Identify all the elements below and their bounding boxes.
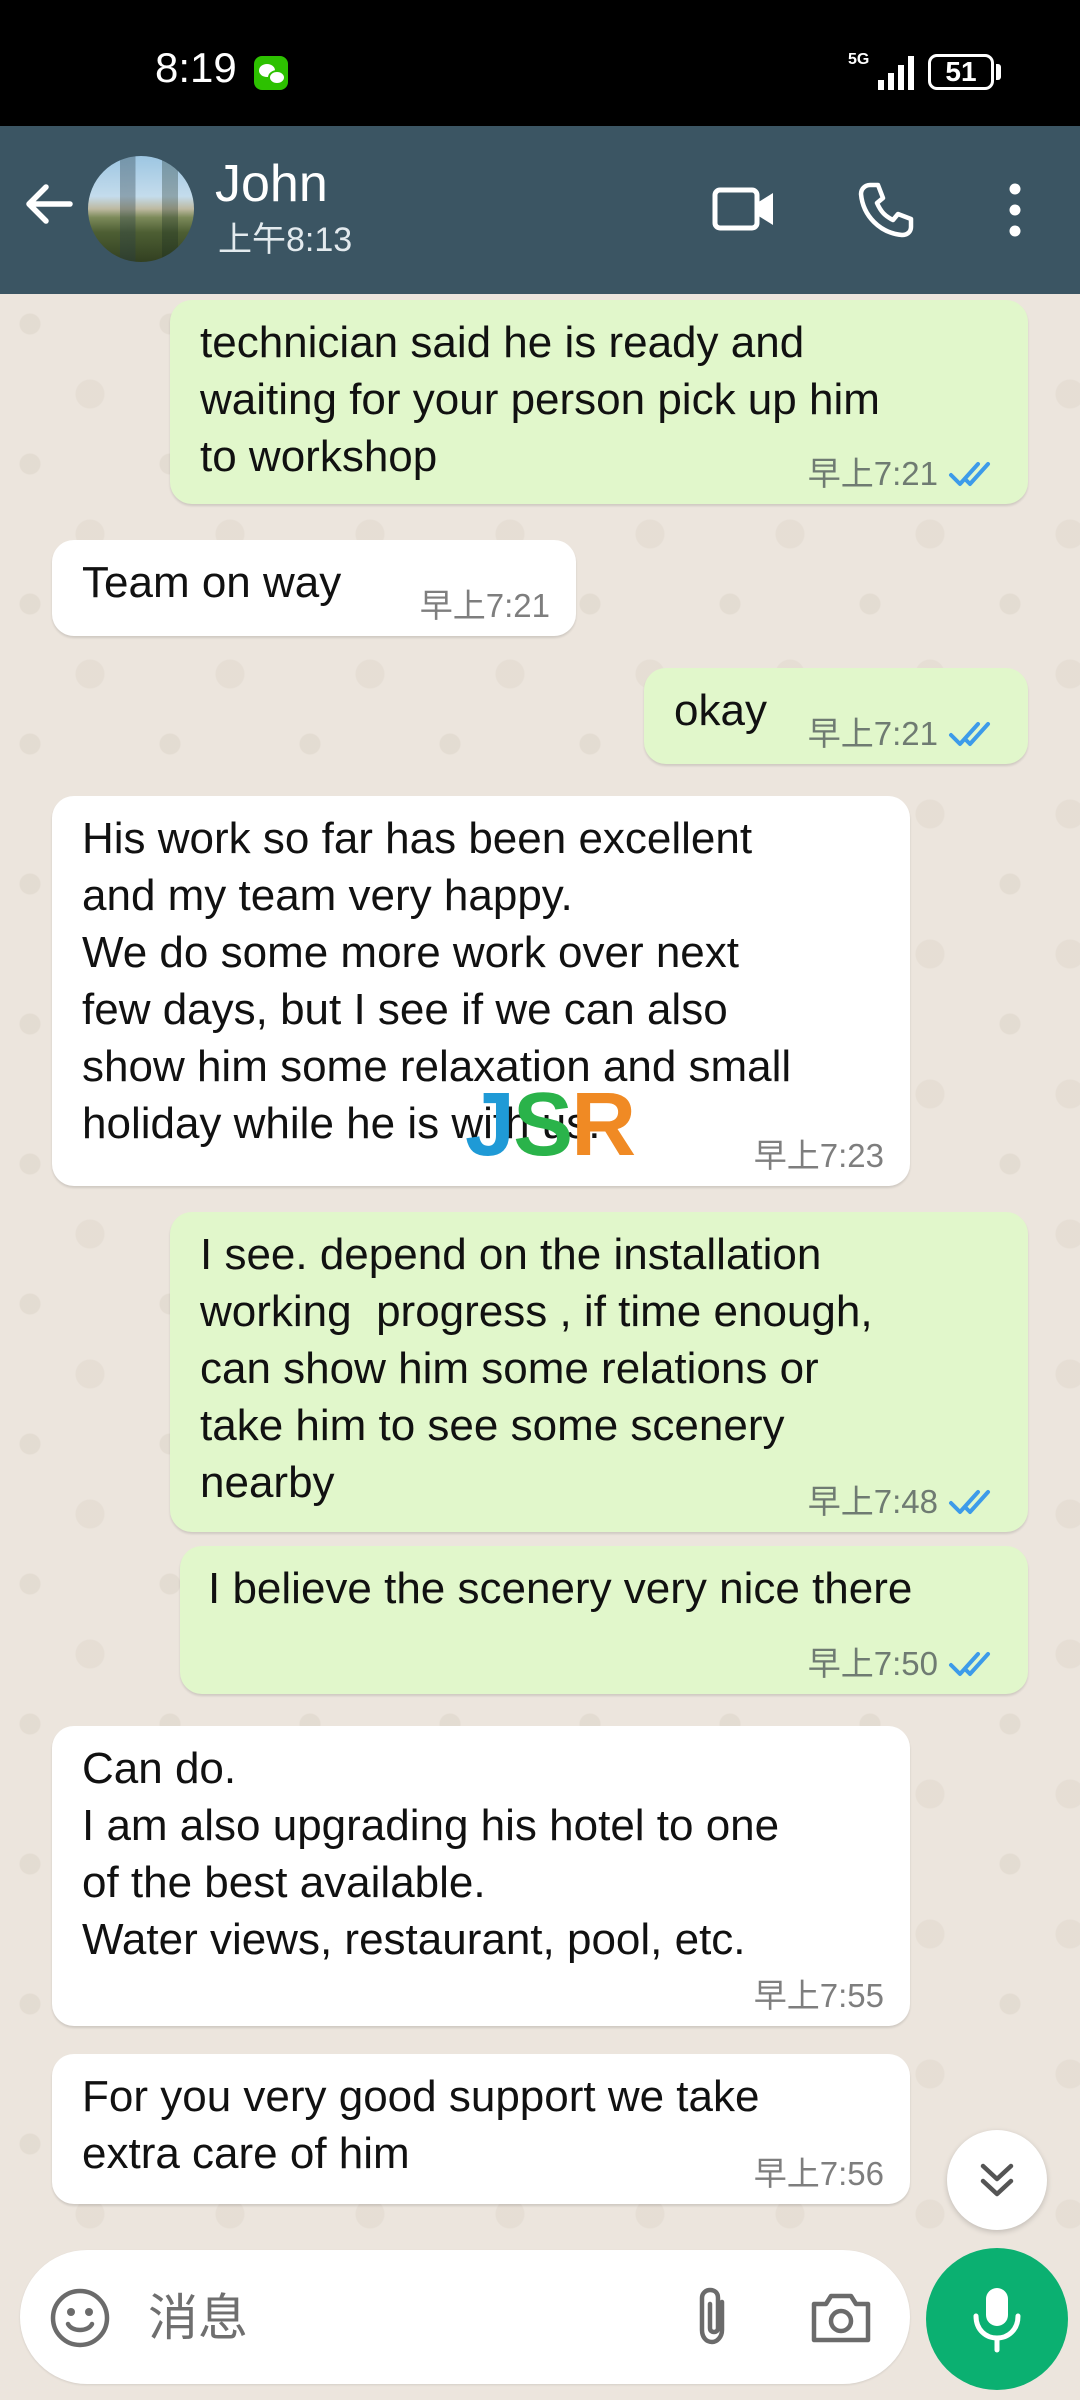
message-time: 早上7:21 [419, 587, 550, 624]
watermark-letter: R [571, 1075, 636, 1175]
message-time: 早上7:21 [807, 455, 938, 492]
read-receipt-icon [949, 1490, 990, 1514]
message-text: I see. depend on the installation workin… [200, 1230, 873, 1507]
message-meta: 早上7:23 [754, 1138, 884, 1174]
wechat-icon [254, 56, 288, 90]
watermark-letter: S [513, 1075, 573, 1175]
phone-call-icon[interactable] [856, 180, 916, 240]
message-text: okay [674, 686, 767, 735]
message-meta: 早上7:48 [808, 1484, 1002, 1520]
message-text: Can do. I am also upgrading his hotel to… [82, 1744, 780, 1964]
contact-name[interactable]: John [215, 154, 328, 214]
video-call-icon[interactable] [712, 184, 776, 234]
message-text: Team on way [82, 558, 342, 607]
message-meta: 早上7:55 [754, 1978, 884, 2014]
watermark-logo: JSR [465, 1075, 636, 1175]
message-time: 早上7:48 [807, 1483, 938, 1520]
read-receipt-icon [949, 462, 990, 486]
message-composer [20, 2250, 910, 2384]
more-options-icon[interactable] [1000, 182, 1030, 238]
message-meta: 早上7:21 [808, 456, 1002, 492]
network-type-label: 5G [848, 51, 870, 68]
message-input[interactable] [146, 2280, 670, 2356]
signal-strength-icon [878, 54, 920, 90]
voice-message-button[interactable] [926, 2248, 1068, 2390]
read-receipt-icon [949, 1652, 990, 1676]
message-meta: 早上7:56 [754, 2156, 884, 2192]
read-receipt-icon [949, 722, 990, 746]
message-meta: 早上7:21 [808, 716, 1002, 752]
message-time: 早上7:55 [753, 1977, 884, 2014]
message-text: For you very good support we take extra … [82, 2072, 760, 2178]
emoji-icon[interactable] [48, 2286, 112, 2350]
status-bar: 8:19 5G 51 [0, 0, 1080, 126]
status-time: 8:19 [155, 44, 237, 91]
message-bubble-outgoing[interactable]: I believe the scenery very nice there 早上… [180, 1546, 1028, 1694]
microphone-icon [973, 2288, 1021, 2353]
chat-header: John 上午8:13 [0, 126, 1080, 294]
message-bubble-outgoing[interactable]: okay 早上7:21 [644, 668, 1028, 764]
message-bubble-incoming[interactable]: Team on way 早上7:21 [52, 540, 576, 636]
message-meta: 早上7:21 [420, 588, 550, 624]
message-text: technician said he is ready and waiting … [200, 318, 880, 481]
message-text: I believe the scenery very nice there [208, 1564, 913, 1613]
battery-level: 51 [928, 54, 994, 90]
message-bubble-incoming[interactable]: For you very good support we take extra … [52, 2054, 910, 2204]
watermark-letter: J [465, 1075, 515, 1175]
scroll-to-bottom-button[interactable] [947, 2130, 1047, 2230]
battery-icon [996, 64, 1001, 80]
message-bubble-outgoing[interactable]: technician said he is ready and waiting … [170, 300, 1028, 504]
last-seen-status: 上午8:13 [218, 221, 353, 259]
message-text: His work so far has been excellent and m… [82, 814, 792, 1148]
attachment-icon[interactable] [688, 2284, 740, 2350]
message-time: 早上7:56 [753, 2155, 884, 2192]
message-time: 早上7:50 [807, 1645, 938, 1682]
message-meta: 早上7:50 [808, 1646, 1002, 1682]
message-bubble-incoming[interactable]: Can do. I am also upgrading his hotel to… [52, 1726, 910, 2026]
message-time: 早上7:23 [753, 1137, 884, 1174]
double-chevron-down-icon [980, 2163, 1014, 2197]
back-arrow-icon[interactable] [20, 174, 80, 234]
message-time: 早上7:21 [807, 715, 938, 752]
contact-avatar[interactable] [88, 156, 194, 262]
camera-icon[interactable] [808, 2288, 874, 2346]
message-bubble-outgoing[interactable]: I see. depend on the installation workin… [170, 1212, 1028, 1532]
chat-message-list[interactable]: technician said he is ready and waiting … [0, 294, 1080, 2238]
